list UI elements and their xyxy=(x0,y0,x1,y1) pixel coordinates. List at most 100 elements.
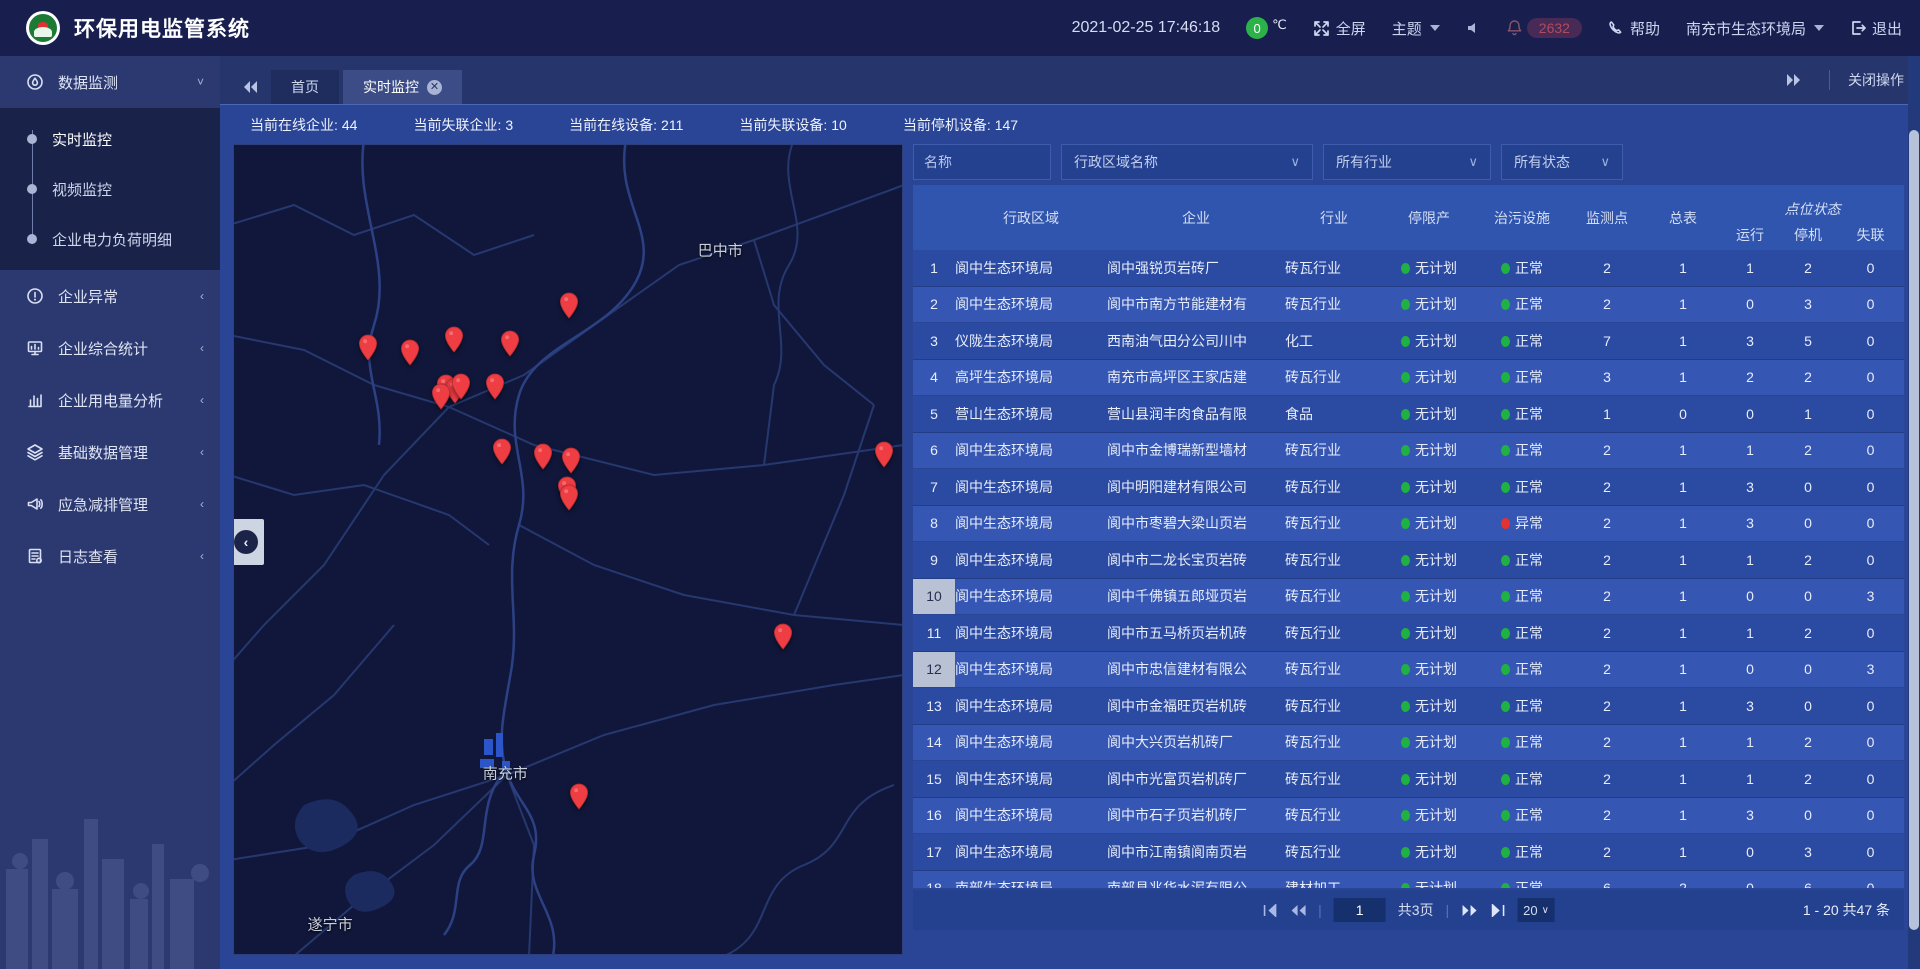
table-row[interactable]: 6阆中生态环境局阆中市金博瑞新型墙材砖瓦行业无计划正常21120 xyxy=(913,433,1904,470)
sidebar-item-base-data[interactable]: 基础数据管理 ‹ xyxy=(0,426,220,478)
close-tab-icon[interactable]: ✕ xyxy=(427,80,442,95)
page-number-input[interactable] xyxy=(1334,898,1386,922)
cell-limit: 无计划 xyxy=(1383,732,1475,752)
table-row[interactable]: 13阆中生态环境局阆中市金福旺页岩机砖砖瓦行业无计划正常21300 xyxy=(913,688,1904,725)
status-dot-green xyxy=(1501,847,1510,858)
table-row[interactable]: 16阆中生态环境局阆中市石子页岩机砖厂砖瓦行业无计划正常21300 xyxy=(913,798,1904,835)
map-pin-icon[interactable] xyxy=(485,373,505,400)
tabs-scroll-right-button[interactable] xyxy=(1777,63,1811,97)
col-meters: 总表 xyxy=(1645,208,1721,228)
sidebar-item-realtime-monitor[interactable]: 实时监控 xyxy=(0,114,220,164)
table-row[interactable]: 14阆中生态环境局阆中大兴页岩机砖厂砖瓦行业无计划正常21120 xyxy=(913,725,1904,762)
table-row[interactable]: 11阆中生态环境局阆中市五马桥页岩机砖砖瓦行业无计划正常21120 xyxy=(913,615,1904,652)
cell-industry: 砖瓦行业 xyxy=(1285,294,1383,314)
table-row[interactable]: 3仪陇生态环境局西南油气田分公司川中化工无计划正常71350 xyxy=(913,323,1904,360)
region-filter-select[interactable]: 行政区域名称 ∨ xyxy=(1061,144,1313,180)
map-pin-icon[interactable] xyxy=(561,447,581,474)
row-number: 4 xyxy=(913,360,955,396)
map-pin-icon[interactable] xyxy=(451,373,471,400)
app-header: 环保用电监管系统 2021-02-25 17:46:18 0 ℃ 全屏 主题 2… xyxy=(0,0,1920,56)
industry-filter-select[interactable]: 所有行业 ∨ xyxy=(1323,144,1491,180)
org-dropdown[interactable]: 南充市生态环境局 xyxy=(1686,18,1824,39)
cell-lost: 0 xyxy=(1837,515,1904,531)
cell-meters: 0 xyxy=(1645,406,1721,422)
map-collapse-button[interactable]: ‹ xyxy=(233,519,264,565)
table-row[interactable]: 2阆中生态环境局阆中市南方节能建材有砖瓦行业无计划正常21030 xyxy=(913,287,1904,324)
col-points: 监测点 xyxy=(1569,208,1645,228)
cell-company: 阆中市金博瑞新型墙材 xyxy=(1107,440,1285,460)
cell-run: 1 xyxy=(1721,260,1779,276)
tabs-scroll-left-button[interactable] xyxy=(233,70,267,104)
sidebar-item-data-monitoring[interactable]: 数据监测 ˅ xyxy=(0,56,220,108)
table-row[interactable]: 10阆中生态环境局阆中千佛镇五郎垭页岩砖瓦行业无计划正常21003 xyxy=(913,579,1904,616)
sidebar-item-enterprise-statistics[interactable]: 企业综合统计 ‹ xyxy=(0,322,220,374)
prev-page-button[interactable] xyxy=(1289,904,1306,917)
cell-region: 阆中生态环境局 xyxy=(955,623,1107,643)
first-page-button[interactable] xyxy=(1262,904,1277,917)
page-scrollbar[interactable] xyxy=(1908,56,1920,969)
help-button[interactable]: 帮助 xyxy=(1608,18,1660,39)
cell-limit: 无计划 xyxy=(1383,513,1475,533)
table-row[interactable]: 12阆中生态环境局阆中市忠信建材有限公砖瓦行业无计划正常21003 xyxy=(913,652,1904,689)
cell-meters: 1 xyxy=(1645,844,1721,860)
table-row[interactable]: 1阆中生态环境局阆中强锐页岩砖厂砖瓦行业无计划正常21120 xyxy=(913,250,1904,287)
theme-dropdown[interactable]: 主题 xyxy=(1392,18,1440,39)
table-row[interactable]: 5营山生态环境局营山县润丰肉食品有限食品无计划正常10010 xyxy=(913,396,1904,433)
notifications-button[interactable]: 2632 xyxy=(1506,18,1582,38)
sidebar-item-power-load-detail[interactable]: 企业电力负荷明细 xyxy=(0,214,220,264)
cell-stop: 1 xyxy=(1779,406,1837,422)
cell-points: 2 xyxy=(1569,479,1645,495)
cell-meters: 1 xyxy=(1645,369,1721,385)
sidebar-item-power-analysis[interactable]: 企业用电量分析 ‹ xyxy=(0,374,220,426)
status-dot-green xyxy=(1501,299,1510,310)
map-pin-icon[interactable] xyxy=(400,339,420,366)
sidebar-item-video-monitor[interactable]: 视频监控 xyxy=(0,164,220,214)
map-pin-icon[interactable] xyxy=(492,438,512,465)
last-page-button[interactable] xyxy=(1490,904,1505,917)
tab-realtime-monitor[interactable]: 实时监控 ✕ xyxy=(343,70,462,104)
table-row[interactable]: 18南部生态环境局南部县兆华水泥有限公建材加工无计划正常62060 xyxy=(913,871,1904,889)
cell-lost: 3 xyxy=(1837,588,1904,604)
map-pin-icon[interactable] xyxy=(874,441,894,468)
table-row[interactable]: 7阆中生态环境局阆中明阳建材有限公司砖瓦行业无计划正常21300 xyxy=(913,469,1904,506)
table-row[interactable]: 15阆中生态环境局阆中市光富页岩机砖厂砖瓦行业无计划正常21120 xyxy=(913,761,1904,798)
tab-home[interactable]: 首页 xyxy=(271,70,339,104)
col-industry: 行业 xyxy=(1285,208,1383,228)
map-pin-icon[interactable] xyxy=(431,383,451,410)
col-facility: 治污设施 xyxy=(1475,208,1569,228)
mute-button[interactable] xyxy=(1466,21,1480,35)
cell-company: 阆中市光富页岩机砖厂 xyxy=(1107,769,1285,789)
map-pin-icon[interactable] xyxy=(500,330,520,357)
map-pin-icon[interactable] xyxy=(569,783,589,810)
map-pin-icon[interactable] xyxy=(533,443,553,470)
sidebar-item-log-view[interactable]: 日志查看 ‹ xyxy=(0,530,220,582)
table-row[interactable]: 9阆中生态环境局阆中市二龙长宝页岩砖砖瓦行业无计划正常21120 xyxy=(913,542,1904,579)
chevron-down-icon: ∨ xyxy=(1600,154,1610,170)
next-page-button[interactable] xyxy=(1461,904,1478,917)
cell-limit: 无计划 xyxy=(1383,878,1475,888)
close-operations-button[interactable]: 关闭操作 xyxy=(1848,70,1904,90)
status-dot-green xyxy=(1501,883,1510,888)
name-filter-input[interactable] xyxy=(913,144,1051,180)
table-row[interactable]: 17阆中生态环境局阆中市江南镇阆南页岩砖瓦行业无计划正常21030 xyxy=(913,834,1904,871)
map-pin-icon[interactable] xyxy=(559,292,579,319)
stat-value: 147 xyxy=(995,117,1018,133)
row-number: 15 xyxy=(913,761,955,797)
status-filter-select[interactable]: 所有状态 ∨ xyxy=(1501,144,1623,180)
fullscreen-button[interactable]: 全屏 xyxy=(1313,18,1366,39)
table-row[interactable]: 4高坪生态环境局南充市高坪区王家店建砖瓦行业无计划正常31220 xyxy=(913,360,1904,397)
cell-points: 2 xyxy=(1569,260,1645,276)
cell-meters: 1 xyxy=(1645,807,1721,823)
map-panel[interactable]: 巴中市南充市遂宁市 ‹ xyxy=(233,144,903,955)
logout-button[interactable]: 退出 xyxy=(1850,18,1902,39)
sidebar-item-emergency-reduction[interactable]: 应急减排管理 ‹ xyxy=(0,478,220,530)
page-size-select[interactable]: 20 ∨ xyxy=(1517,898,1555,922)
map-pin-icon[interactable] xyxy=(559,484,579,511)
cell-run: 0 xyxy=(1721,296,1779,312)
table-row[interactable]: 8阆中生态环境局阆中市枣碧大梁山页岩砖瓦行业无计划异常21300 xyxy=(913,506,1904,543)
map-pin-icon[interactable] xyxy=(444,326,464,353)
map-pin-icon[interactable] xyxy=(773,623,793,650)
map-pin-icon[interactable] xyxy=(358,334,378,361)
scrollbar-thumb[interactable] xyxy=(1909,130,1919,930)
sidebar-item-enterprise-anomaly[interactable]: 企业异常 ‹ xyxy=(0,270,220,322)
